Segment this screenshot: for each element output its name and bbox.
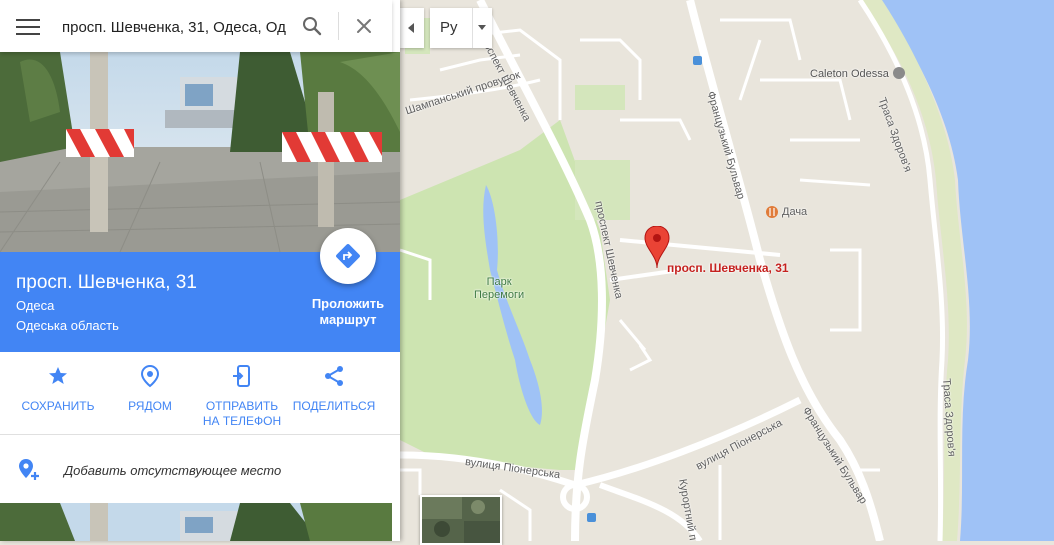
- search-input[interactable]: [60, 12, 292, 42]
- save-label: СОХРАНИТЬ: [21, 399, 95, 413]
- satellite-thumbnail: [422, 497, 500, 543]
- language-divider: [472, 8, 473, 48]
- pin-label: просп. Шевченка, 31: [667, 261, 789, 275]
- collapse-panel-button[interactable]: [400, 8, 424, 48]
- add-missing-place-button[interactable]: Добавить отсутствующее место: [0, 435, 400, 503]
- save-button[interactable]: СОХРАНИТЬ: [13, 364, 103, 414]
- place-city: Одеса: [16, 298, 55, 313]
- language-label: Ру: [440, 19, 458, 36]
- satellite-toggle[interactable]: [420, 495, 502, 545]
- place-region: Одеська область: [16, 318, 119, 333]
- menu-icon[interactable]: [16, 16, 40, 36]
- street-view-photo[interactable]: [0, 52, 400, 252]
- place-label-caleton: Caleton Odessa: [810, 68, 889, 80]
- directions-button[interactable]: [320, 228, 376, 284]
- place-title: просп. Шевченка, 31: [16, 272, 197, 293]
- street-view-photo-secondary[interactable]: [0, 503, 392, 541]
- send-to-phone-icon: [233, 365, 250, 387]
- add-place-icon: [19, 459, 39, 480]
- caleton-marker-icon: [893, 67, 905, 79]
- barrier-right: [282, 132, 382, 162]
- transit-icon: [693, 56, 702, 65]
- share-button[interactable]: ПОДЕЛИТЬСЯ: [289, 364, 379, 414]
- caret-left-icon: [408, 23, 414, 33]
- share-icon: [325, 366, 343, 386]
- star-icon: [49, 367, 67, 384]
- place-label-dacha: Дача: [782, 206, 808, 218]
- route-label[interactable]: Проложить маршрут: [296, 296, 400, 328]
- park-label-line2: Перемоги: [474, 289, 525, 301]
- park-label-line1: Парк: [486, 276, 512, 288]
- search-box: [0, 0, 392, 52]
- nearby-button[interactable]: РЯДОМ: [105, 364, 195, 414]
- nearby-icon: [140, 364, 160, 388]
- close-icon[interactable]: [352, 14, 376, 38]
- transit-icon: [587, 513, 596, 522]
- send-to-phone-label: ОТПРАВИТЬ НА ТЕЛЕФОН: [202, 399, 282, 428]
- action-row: СОХРАНИТЬ РЯДОМ ОТПРАВИТЬ НА ТЕЛЕФОН ПОД…: [0, 352, 400, 434]
- restaurant-icon: [766, 206, 778, 218]
- barrier-left: [66, 129, 134, 157]
- language-select[interactable]: Ру: [430, 8, 492, 48]
- caret-down-icon: [478, 25, 486, 30]
- place-panel: просп. Шевченка, 31 Одеса Одеська област…: [0, 0, 400, 541]
- share-label: ПОДЕЛИТЬСЯ: [292, 399, 376, 413]
- add-place-label: Добавить отсутствующее место: [64, 463, 282, 478]
- nearby-label: РЯДОМ: [128, 399, 172, 413]
- street-view-image: [0, 52, 400, 252]
- park-label: Парк Перемоги: [474, 276, 524, 302]
- directions-icon: [336, 244, 360, 268]
- send-to-phone-button[interactable]: ОТПРАВИТЬ НА ТЕЛЕФОН: [197, 364, 287, 429]
- street-view-image-secondary: [0, 503, 392, 541]
- search-divider: [338, 12, 339, 40]
- search-icon[interactable]: [300, 14, 324, 38]
